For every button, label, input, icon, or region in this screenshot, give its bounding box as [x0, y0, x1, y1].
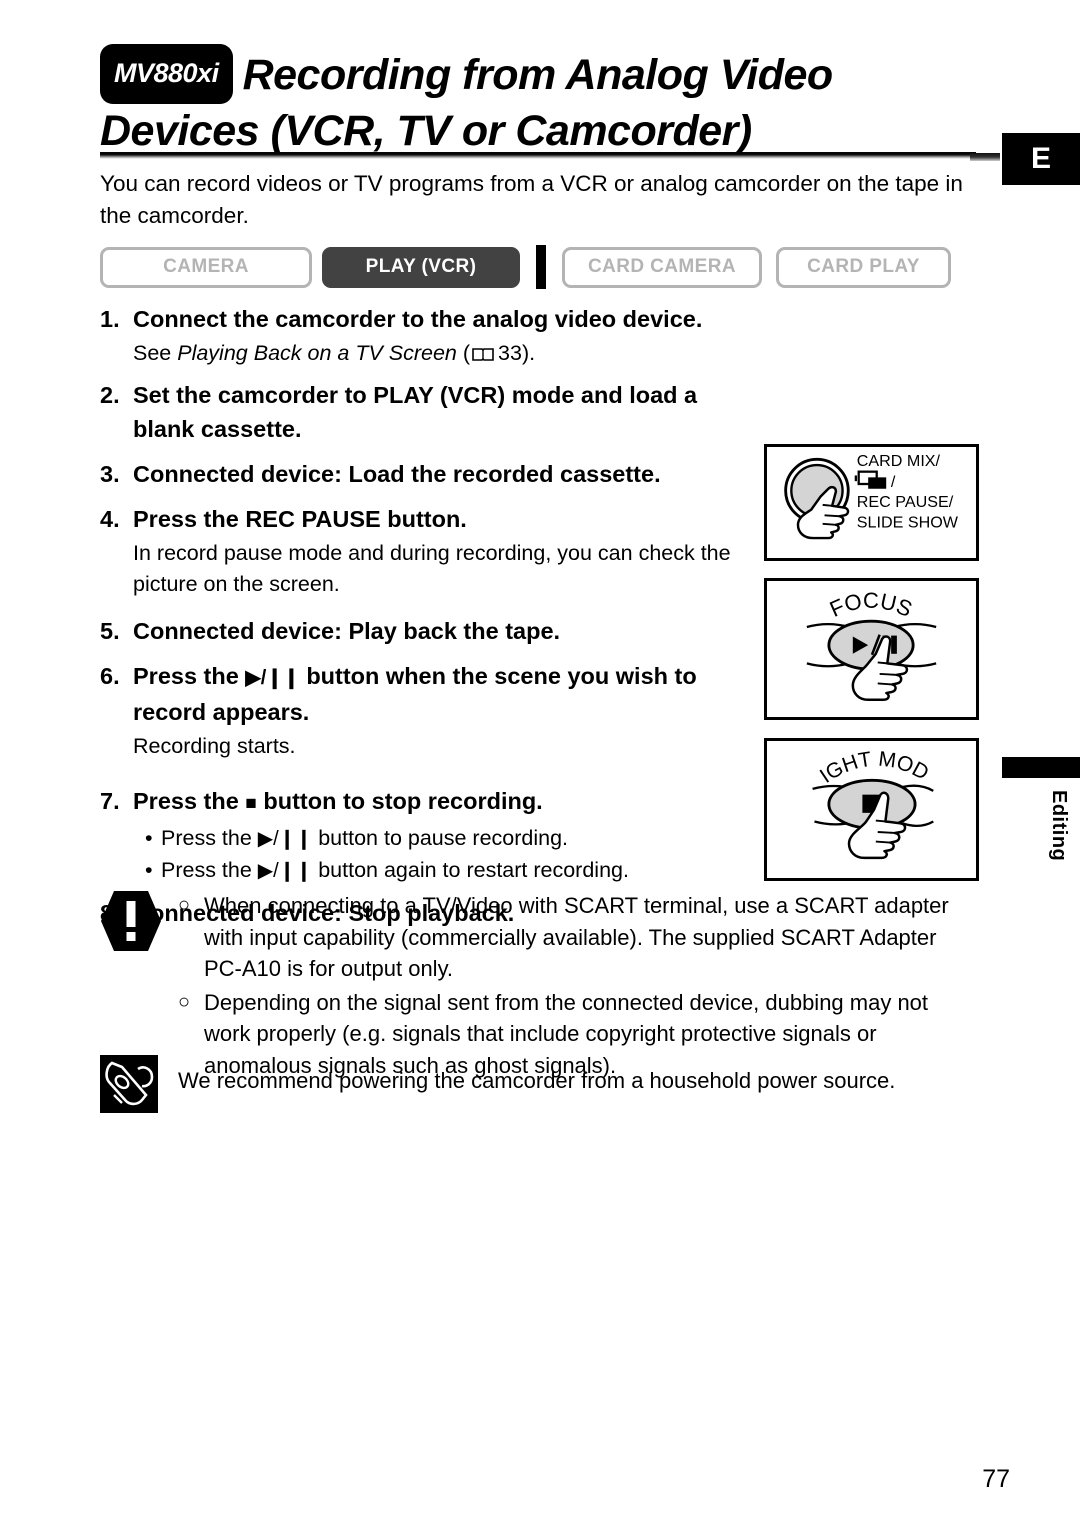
step-7-text-post: button to stop recording. [256, 788, 543, 814]
stop-icon: ■ [245, 793, 257, 814]
b1-pre: Press the [161, 826, 258, 850]
step-7-bullet-2: • Press the ▶/❙❙ button again to restart… [145, 855, 760, 887]
svg-text:/: / [891, 473, 896, 491]
memo-pencil-icon [100, 1055, 158, 1113]
language-tab: E [1002, 133, 1080, 185]
step-1-ref-page: 33 [498, 341, 522, 365]
mode-separator [536, 245, 546, 289]
step-7-text: Press the ■ button to stop recording. [133, 784, 543, 821]
illustration-play-pause-button: FOCUS [764, 578, 979, 720]
step-4-text: Press the REC PAUSE button. [133, 506, 467, 532]
step-6-text-pre: Press the [133, 663, 246, 689]
step-5-text: Connected device: Play back the tape. [133, 618, 561, 644]
memo-note-text: We recommend powering the camcorder from… [178, 1068, 896, 1093]
step-5-number: 5. [100, 618, 120, 644]
step-5: 5. Connected device: Play back the tape. [100, 614, 760, 648]
step-1-ref-open: ( [456, 341, 471, 365]
page-number: 77 [982, 1465, 1010, 1493]
bullet-dot-icon: • [145, 858, 153, 882]
mode-badge-card-camera[interactable]: CARD CAMERA [562, 246, 762, 288]
step-1-ref-title: Playing Back on a TV Screen [177, 341, 457, 365]
step-1-reference: See Playing Back on a TV Screen (33). [133, 338, 760, 369]
step-3-text: Connected device: Load the recorded cass… [133, 461, 661, 487]
illustration-stop-button: NIGHT MODE [764, 738, 979, 881]
caution-icon [100, 890, 162, 952]
caution-note-item: ○ When connecting to a TV/Video with SCA… [178, 890, 980, 985]
step-2: 2. Set the camcorder to PLAY (VCR) mode … [100, 378, 760, 446]
step-1-ref-close: ). [521, 341, 536, 365]
step-4-number: 4. [100, 506, 120, 532]
step-7-text-pre: Press the [133, 788, 246, 814]
step-7-bullet-1-text: Press the ▶/❙❙ button to pause recording… [161, 823, 568, 855]
svg-text:NIGHT MODE: NIGHT MODE [767, 741, 932, 788]
b1-post: button to pause recording. [312, 826, 569, 850]
b2-post: button again to restart recording. [312, 858, 629, 882]
page-title: MV880xi Recording from Analog Video Devic… [100, 44, 980, 158]
title-line-1: MV880xi Recording from Analog Video [100, 44, 980, 104]
step-6-note: Recording starts. [133, 734, 296, 758]
model-badge: MV880xi [100, 44, 233, 104]
bullet-dot-icon: • [145, 826, 153, 850]
title-text-1: Recording from Analog Video [242, 51, 834, 99]
b2-pre: Press the [161, 858, 258, 882]
step-1-ref-pre: See [133, 341, 178, 365]
step-7-bullets: • Press the ▶/❙❙ button to pause recordi… [145, 823, 760, 887]
lang-tab-dash [970, 153, 1000, 161]
step-2-text: Set the camcorder to PLAY (VCR) mode and… [133, 382, 698, 442]
step-6-text: Press the ▶/❙❙ button when the scene you… [133, 659, 760, 729]
play-pause-icon: ▶/❙❙ [257, 860, 313, 882]
step-1-number: 1. [100, 306, 120, 332]
book-reference-icon [472, 340, 494, 361]
step-3: 3. Connected device: Load the recorded c… [100, 457, 760, 491]
circle-bullet-icon: ○ [178, 894, 191, 916]
section-tab-bar [1002, 757, 1080, 778]
play-pause-icon: ▶/❙❙ [257, 828, 313, 850]
step-7-bullet-2-text: Press the ▶/❙❙ button again to restart r… [161, 855, 629, 887]
step-6-number: 6. [100, 663, 120, 689]
play-pause-icon: ▶/❙❙ [245, 667, 300, 689]
mode-badge-play-vcr[interactable]: PLAY (VCR) [322, 246, 520, 288]
mode-badge-card-play[interactable]: CARD PLAY [776, 246, 951, 288]
step-3-number: 3. [100, 461, 120, 487]
svg-text:FOCUS: FOCUS [826, 588, 916, 622]
mode-badge-row: CAMERA PLAY (VCR) CARD CAMERA CARD PLAY [100, 245, 951, 289]
step-7-bullet-1: • Press the ▶/❙❙ button to pause recordi… [145, 823, 760, 855]
manual-page: MV880xi Recording from Analog Video Devic… [0, 0, 1080, 1526]
svg-text:SLIDE SHOW: SLIDE SHOW [857, 514, 959, 532]
step-4-note: In record pause mode and during recordin… [133, 541, 731, 596]
intro-paragraph: You can record videos or TV programs fro… [100, 171, 963, 228]
step-7: 7. Press the ■ button to stop recording. [100, 784, 760, 821]
step-6: 6. Press the ▶/❙❙ button when the scene … [100, 659, 760, 729]
step-1: 1. Connect the camcorder to the analog v… [100, 302, 760, 336]
illustration-rec-pause-button: CARD MIX/ / REC PAUSE/ SLIDE SHOW [764, 444, 979, 561]
mode-badge-camera[interactable]: CAMERA [100, 246, 312, 288]
svg-text:CARD MIX/: CARD MIX/ [857, 452, 941, 470]
caution-note-text: When connecting to a TV/Video with SCART… [204, 893, 949, 981]
instruction-steps: 1. Connect the camcorder to the analog v… [100, 302, 760, 932]
step-2-number: 2. [100, 382, 120, 408]
step-7-number: 7. [100, 788, 120, 814]
section-tab-label: Editing [1048, 790, 1070, 862]
svg-text:REC PAUSE/: REC PAUSE/ [857, 493, 954, 511]
title-text-2: Devices (VCR, TV or Camcorder) [100, 107, 752, 155]
memo-note-block: We recommend powering the camcorder from… [100, 1055, 980, 1113]
title-divider [100, 152, 976, 159]
step-4: 4. Press the REC PAUSE button. [100, 502, 760, 536]
step-1-text: Connect the camcorder to the analog vide… [133, 306, 703, 332]
